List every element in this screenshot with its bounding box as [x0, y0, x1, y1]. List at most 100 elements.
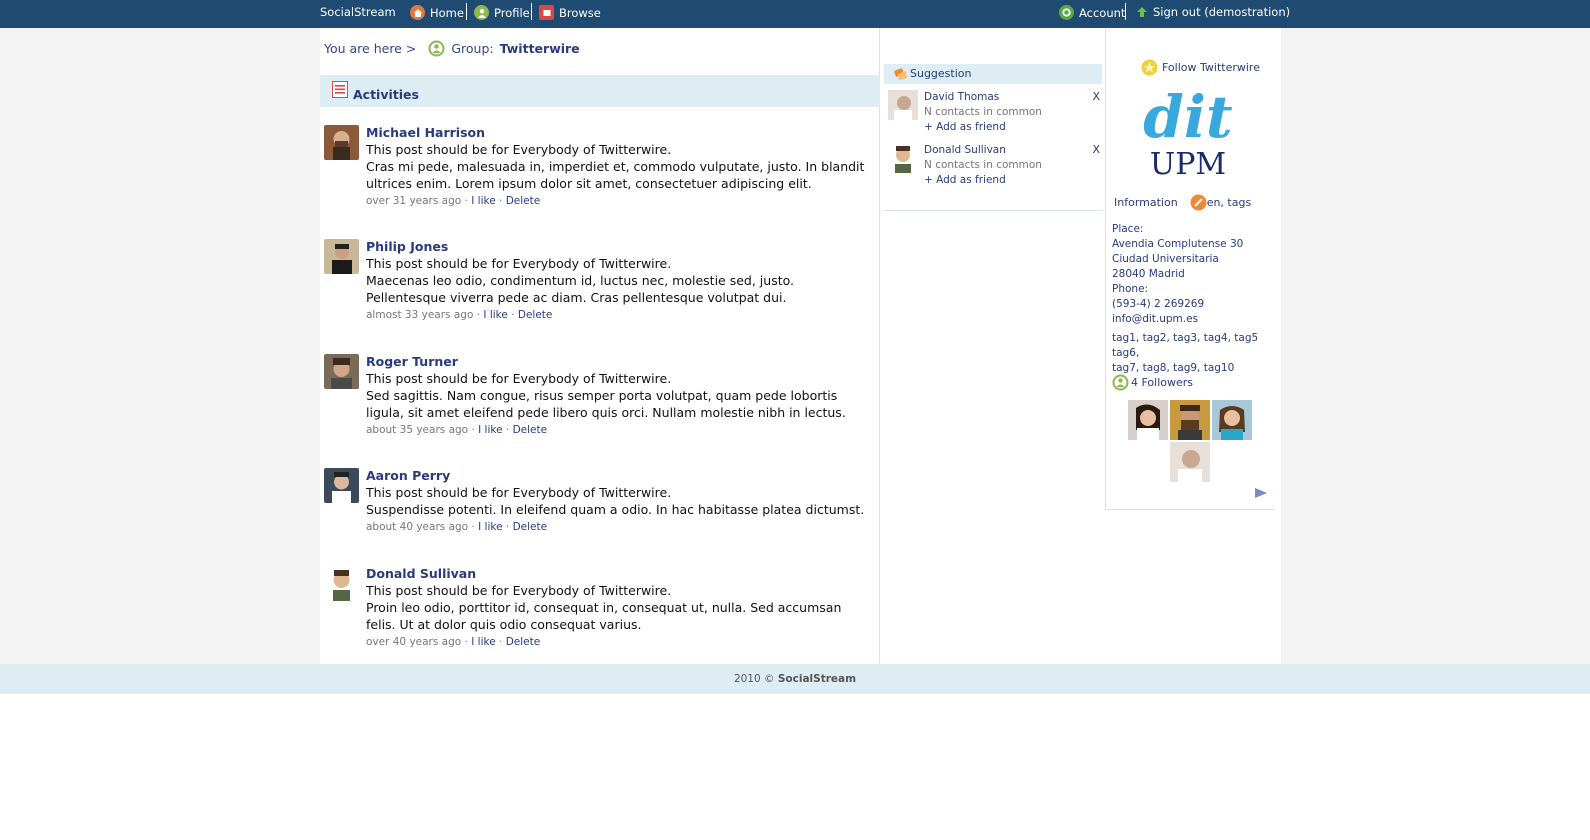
activity-author[interactable]: Roger Turner	[366, 354, 868, 370]
footer-brand[interactable]: SocialStream	[778, 673, 856, 685]
nav-signout[interactable]: Sign out (demostration)	[1136, 5, 1290, 19]
footer-copyright: 2010 ©	[733, 673, 775, 685]
activities-list-icon	[332, 81, 348, 102]
nav-home[interactable]: Home	[410, 5, 464, 20]
activity-time: about 40 years ago	[366, 521, 469, 533]
breadcrumb-group-name[interactable]: Twitterwire	[500, 41, 580, 56]
follower-avatar[interactable]	[1128, 400, 1168, 440]
avatar[interactable]	[888, 143, 918, 173]
info-tabs: Information en, tags	[1114, 194, 1251, 211]
profile-icon	[474, 5, 489, 20]
followers-header[interactable]: 4 Followers	[1112, 374, 1193, 391]
divider	[884, 210, 1102, 211]
breadcrumb-group-label: Group:	[451, 41, 494, 56]
email-link[interactable]: info@dit.upm.es	[1112, 312, 1243, 327]
suggestion-common: N contacts in common	[924, 106, 1042, 118]
avatar[interactable]	[324, 468, 359, 503]
follower-avatar[interactable]	[1170, 400, 1210, 440]
follower-avatar[interactable]	[1212, 400, 1252, 440]
like-link[interactable]: I like	[471, 636, 495, 648]
address-line: Avendia Complutense 30	[1112, 238, 1244, 250]
activity-author[interactable]: Michael Harrison	[366, 125, 868, 141]
tags-line[interactable]: tag1, tag2, tag3, tag4, tag5 tag6,	[1112, 331, 1274, 361]
suggestion-title: Suggestion	[910, 67, 972, 80]
language-tags-link[interactable]: en, tags	[1190, 194, 1251, 211]
like-link[interactable]: I like	[471, 195, 495, 207]
delete-link[interactable]: Delete	[513, 424, 548, 436]
activity-text: This post should be for Everybody of Twi…	[366, 485, 672, 500]
activity-author[interactable]: Donald Sullivan	[366, 566, 868, 582]
delete-link[interactable]: Delete	[513, 521, 548, 533]
follower-avatar[interactable]	[1170, 442, 1210, 482]
suggestion-name[interactable]: Donald Sullivan	[924, 143, 1042, 158]
top-navigation-bar: SocialStream Home Profile Browse Account…	[0, 0, 1590, 28]
activity-text: Cras mi pede, malesuada in, imperdiet et…	[366, 159, 865, 191]
nav-account[interactable]: Account	[1059, 5, 1125, 20]
follow-button[interactable]: Follow Twitterwire	[1141, 59, 1260, 76]
activity-text: Maecenas leo odio, condimentum id, luctu…	[366, 273, 795, 305]
logo-text-bottom: UPM	[1150, 147, 1226, 182]
like-link[interactable]: I like	[478, 521, 502, 533]
logo-text-top: dit	[1143, 83, 1233, 151]
group-tags: tag1, tag2, tag3, tag4, tag5 tag6, tag7,…	[1112, 331, 1274, 376]
more-followers-arrow-icon[interactable]	[1254, 484, 1268, 503]
activity-time: over 31 years ago	[366, 195, 462, 207]
activity-text: Suspendisse potenti. In eleifend quam a …	[366, 502, 865, 517]
activity-author[interactable]: Aaron Perry	[366, 468, 868, 484]
group-icon	[428, 40, 445, 57]
delete-link[interactable]: Delete	[506, 636, 541, 648]
activity-text: This post should be for Everybody of Twi…	[366, 371, 672, 386]
delete-link[interactable]: Delete	[506, 195, 541, 207]
group-contact-info: Place: Avendia Complutense 30 Ciudad Uni…	[1112, 222, 1243, 327]
nav-separator	[531, 3, 532, 20]
phone-label: Phone:	[1112, 283, 1149, 295]
dismiss-suggestion-button[interactable]: X	[1092, 143, 1100, 156]
activity-text: Proin leo odio, porttitor id, consequat …	[366, 600, 842, 632]
nav-browse[interactable]: Browse	[539, 5, 601, 20]
avatar[interactable]	[324, 354, 359, 389]
gear-icon	[1059, 5, 1074, 20]
avatar[interactable]	[324, 239, 359, 274]
nav-profile[interactable]: Profile	[474, 5, 530, 20]
home-icon	[410, 5, 425, 20]
place-label: Place:	[1112, 223, 1144, 235]
activity-text: This post should be for Everybody of Twi…	[366, 583, 672, 598]
group-logo: dit UPM	[1136, 82, 1241, 182]
signout-arrow-icon	[1136, 6, 1148, 18]
address-line: Ciudad Universitaria	[1112, 253, 1219, 265]
information-link[interactable]: Information	[1114, 196, 1178, 209]
breadcrumb-prefix: You are here >	[324, 41, 417, 56]
add-friend-link[interactable]: + Add as friend	[924, 120, 1042, 135]
address-line: 28040 Madrid	[1112, 268, 1185, 280]
activity-time: almost 33 years ago	[366, 309, 474, 321]
nav-separator	[1125, 3, 1126, 20]
add-friend-link[interactable]: + Add as friend	[924, 173, 1042, 188]
suggestion-common: N contacts in common	[924, 159, 1042, 171]
suggestion-name[interactable]: David Thomas	[924, 90, 1042, 105]
like-link[interactable]: I like	[483, 309, 507, 321]
activity-meta: about 35 years ago · I like · Delete	[366, 424, 548, 436]
activity-meta: over 40 years ago · I like · Delete	[366, 636, 541, 648]
activity-author[interactable]: Philip Jones	[366, 239, 868, 255]
delete-link[interactable]: Delete	[518, 309, 553, 321]
avatar[interactable]	[888, 90, 918, 120]
avatar[interactable]	[324, 566, 359, 601]
activity-text: Sed sagittis. Nam congue, risus semper p…	[366, 388, 846, 420]
footer: 2010 © SocialStream	[0, 664, 1590, 694]
breadcrumb: You are here > Group: Twitterwire	[324, 40, 580, 57]
activity-meta: over 31 years ago · I like · Delete	[366, 195, 541, 207]
like-link[interactable]: I like	[478, 424, 502, 436]
activity-time: over 40 years ago	[366, 636, 462, 648]
avatar[interactable]	[324, 125, 359, 160]
suggestion-header: Suggestion	[884, 64, 1102, 84]
activity-text: This post should be for Everybody of Twi…	[366, 256, 672, 271]
phone-value: (593-4) 2 269269	[1112, 298, 1205, 310]
brand-link[interactable]: SocialStream	[320, 5, 396, 19]
group-info-column: Follow Twitterwire dit UPM Information e…	[1105, 28, 1275, 510]
followers-icon	[1112, 374, 1129, 391]
activities-title: Activities	[353, 87, 419, 102]
dismiss-suggestion-button[interactable]: X	[1092, 90, 1100, 103]
suggestion-icon	[894, 67, 907, 87]
suggestion-column: Suggestion David Thomas N contacts in co…	[880, 28, 1105, 664]
activity-text: This post should be for Everybody of Twi…	[366, 142, 672, 157]
